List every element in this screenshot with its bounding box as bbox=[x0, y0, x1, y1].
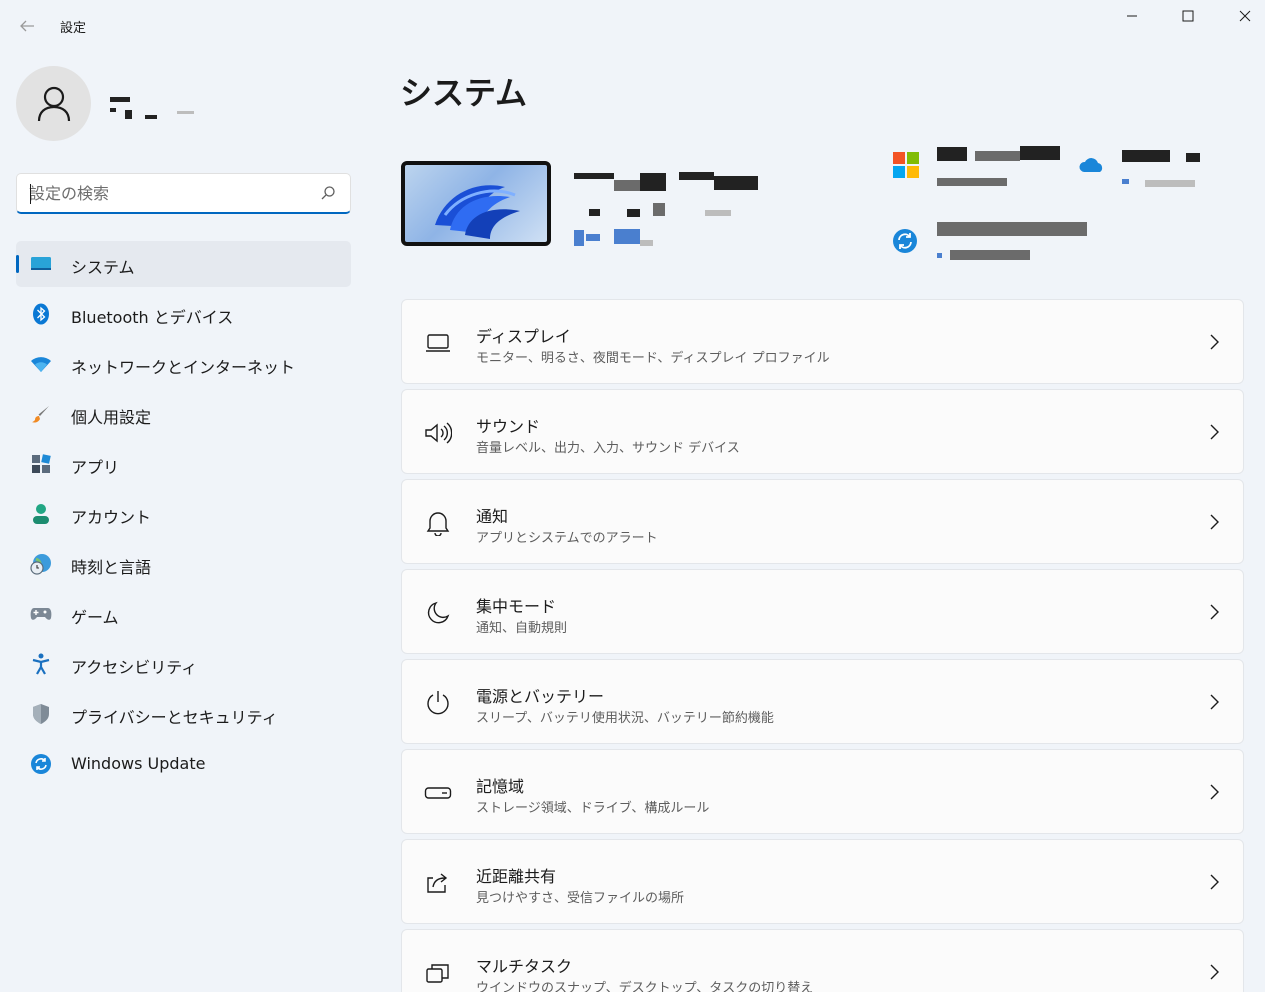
card-title: ディスプレイ bbox=[476, 327, 571, 346]
sidebar-item-label: アプリ bbox=[71, 458, 120, 477]
apps-icon bbox=[30, 453, 52, 475]
minimize-icon bbox=[1127, 15, 1137, 17]
chevron-right-icon bbox=[1207, 783, 1221, 801]
sidebar-item-windows-update[interactable]: Windows Update bbox=[16, 741, 351, 787]
arrow-left-icon bbox=[20, 20, 34, 32]
page-title: システム bbox=[400, 74, 528, 112]
power-icon bbox=[424, 690, 452, 716]
sidebar-item-label: 時刻と言語 bbox=[71, 558, 152, 577]
chevron-right-icon bbox=[1207, 423, 1221, 441]
card-sound[interactable]: サウンド 音量レベル、出力、入力、サウンド デバイス bbox=[401, 389, 1244, 474]
card-title: サウンド bbox=[476, 417, 541, 436]
minimize-button[interactable] bbox=[1104, 0, 1160, 32]
accessibility-icon bbox=[30, 653, 52, 675]
sidebar-item-label: Bluetooth とデバイス bbox=[71, 308, 234, 327]
card-storage[interactable]: 記憶域 ストレージ領域、ドライブ、構成ルール bbox=[401, 749, 1244, 834]
card-nearby-sharing[interactable]: 近距離共有 見つけやすさ、受信ファイルの場所 bbox=[401, 839, 1244, 924]
settings-search[interactable] bbox=[16, 173, 351, 214]
close-icon bbox=[1239, 10, 1251, 22]
multitask-icon bbox=[424, 960, 452, 986]
windows-bloom-wallpaper bbox=[435, 185, 520, 239]
device-wallpaper-thumbnail bbox=[401, 161, 551, 246]
system-icon bbox=[30, 253, 52, 275]
bluetooth-icon bbox=[30, 303, 52, 325]
windows-update-status-icon bbox=[893, 229, 917, 253]
chevron-right-icon bbox=[1207, 603, 1221, 621]
share-icon bbox=[424, 870, 452, 896]
card-multitasking[interactable]: マルチタスク ウインドウのスナップ、デスクトップ、タスクの切り替え bbox=[401, 929, 1244, 992]
chevron-right-icon bbox=[1207, 333, 1221, 351]
brush-icon bbox=[30, 403, 52, 425]
storage-icon bbox=[424, 780, 452, 806]
maximize-icon bbox=[1182, 10, 1194, 22]
card-title: マルチタスク bbox=[476, 957, 573, 976]
bell-icon bbox=[424, 510, 452, 536]
account-icon bbox=[30, 503, 52, 525]
card-subtitle: モニター、明るさ、夜間モード、ディスプレイ プロファイル bbox=[476, 351, 830, 366]
card-focus-assist[interactable]: 集中モード 通知、自動規則 bbox=[401, 569, 1244, 654]
card-title: 電源とバッテリー bbox=[476, 687, 605, 706]
card-title: 通知 bbox=[476, 507, 509, 526]
gamepad-icon bbox=[30, 603, 52, 625]
moon-icon bbox=[424, 600, 452, 626]
sidebar-item-label: 個人用設定 bbox=[71, 408, 152, 427]
sidebar-item-gaming[interactable]: ゲーム bbox=[16, 591, 351, 637]
windows-update-icon bbox=[30, 753, 52, 775]
sidebar-item-time-language[interactable]: 時刻と言語 bbox=[16, 541, 351, 587]
chevron-right-icon bbox=[1207, 513, 1221, 531]
sidebar-item-label: ゲーム bbox=[71, 608, 119, 627]
text-caret bbox=[30, 184, 31, 204]
card-title: 近距離共有 bbox=[476, 867, 557, 886]
chevron-right-icon bbox=[1207, 963, 1221, 981]
chevron-right-icon bbox=[1207, 693, 1221, 711]
sidebar-item-network[interactable]: ネットワークとインターネット bbox=[16, 341, 351, 387]
wifi-icon bbox=[30, 353, 52, 375]
search-input[interactable] bbox=[29, 181, 309, 205]
sidebar-item-label: プライバシーとセキュリティ bbox=[71, 708, 278, 727]
microsoft-logo-icon bbox=[893, 152, 919, 178]
avatar[interactable] bbox=[16, 66, 91, 141]
sidebar-item-personalization[interactable]: 個人用設定 bbox=[16, 391, 351, 437]
card-subtitle: アプリとシステムでのアラート bbox=[476, 531, 658, 546]
globe-clock-icon bbox=[30, 553, 52, 575]
sidebar-item-accounts[interactable]: アカウント bbox=[16, 491, 351, 537]
sidebar-item-accessibility[interactable]: アクセシビリティ bbox=[16, 641, 351, 687]
sidebar-item-bluetooth[interactable]: Bluetooth とデバイス bbox=[16, 291, 351, 337]
sidebar-item-label: Windows Update bbox=[71, 754, 206, 773]
card-title: 記憶域 bbox=[476, 777, 525, 796]
sidebar-item-apps[interactable]: アプリ bbox=[16, 441, 351, 487]
sidebar-item-system[interactable]: システム bbox=[16, 241, 351, 287]
title-bar: 設定 bbox=[0, 0, 1265, 52]
sidebar-item-label: アクセシビリティ bbox=[71, 658, 198, 677]
card-subtitle: ストレージ領域、ドライブ、構成ルール bbox=[476, 801, 710, 816]
settings-card-list: ディスプレイ モニター、明るさ、夜間モード、ディスプレイ プロファイル サウンド… bbox=[401, 299, 1244, 992]
card-power-battery[interactable]: 電源とバッテリー スリープ、バッテリ使用状況、バッテリー節約機能 bbox=[401, 659, 1244, 744]
chevron-right-icon bbox=[1207, 873, 1221, 891]
card-display[interactable]: ディスプレイ モニター、明るさ、夜間モード、ディスプレイ プロファイル bbox=[401, 299, 1244, 384]
display-icon bbox=[424, 330, 452, 356]
card-subtitle: 見つけやすさ、受信ファイルの場所 bbox=[476, 891, 685, 906]
sidebar-nav: システム Bluetooth とデバイス ネットワークとインターネット 個人用設… bbox=[16, 241, 351, 791]
sidebar-item-label: アカウント bbox=[71, 508, 152, 527]
card-subtitle: 通知、自動規則 bbox=[476, 621, 568, 636]
speaker-icon bbox=[424, 420, 452, 446]
sidebar-item-label: システム bbox=[71, 258, 135, 277]
app-title: 設定 bbox=[60, 21, 87, 36]
card-title: 集中モード bbox=[476, 597, 557, 616]
card-notifications[interactable]: 通知 アプリとシステムでのアラート bbox=[401, 479, 1244, 564]
search-icon bbox=[321, 186, 335, 200]
shield-icon bbox=[30, 703, 52, 725]
back-button[interactable] bbox=[12, 12, 42, 40]
card-subtitle: ウインドウのスナップ、デスクトップ、タスクの切り替え bbox=[476, 981, 814, 992]
card-subtitle: 音量レベル、出力、入力、サウンド デバイス bbox=[476, 441, 740, 456]
sidebar-item-privacy-security[interactable]: プライバシーとセキュリティ bbox=[16, 691, 351, 737]
card-subtitle: スリープ、バッテリ使用状況、バッテリー節約機能 bbox=[476, 711, 774, 726]
close-button[interactable] bbox=[1217, 0, 1265, 32]
onedrive-icon bbox=[1079, 158, 1103, 172]
person-icon bbox=[37, 86, 70, 121]
sidebar-item-label: ネットワークとインターネット bbox=[71, 358, 296, 377]
maximize-button[interactable] bbox=[1160, 0, 1216, 32]
